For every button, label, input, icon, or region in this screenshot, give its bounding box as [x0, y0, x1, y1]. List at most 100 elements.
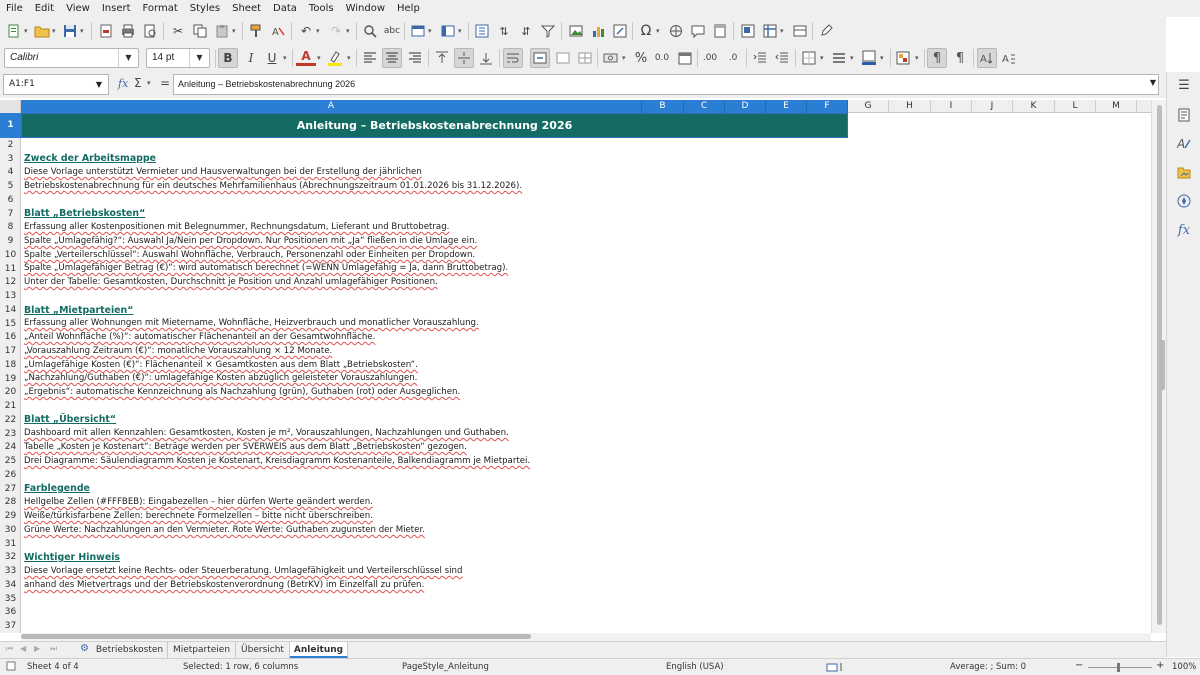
unmerge-cells-icon[interactable]: [575, 48, 595, 68]
text-cell[interactable]: „Ergebnis“: automatische Kennzeichnung a…: [24, 387, 460, 397]
sort-icon[interactable]: [472, 21, 492, 41]
functions-icon[interactable]: fx: [1174, 220, 1194, 240]
row-header[interactable]: 18: [0, 358, 21, 372]
row-header[interactable]: 25: [0, 454, 21, 468]
currency-format-icon[interactable]: [601, 48, 621, 68]
section-heading[interactable]: Zweck der Arbeitsmappe: [24, 153, 156, 164]
italic-button[interactable]: I: [241, 48, 261, 68]
column-header-j[interactable]: J: [972, 100, 1013, 113]
chevron-down-icon[interactable]: ▼: [90, 75, 108, 94]
text-cell[interactable]: Spalte „Umlagefähiger Betrag (€)“: wird …: [24, 263, 508, 273]
text-cell[interactable]: Erfassung aller Kostenpositionen mit Bel…: [24, 222, 449, 232]
column-header-f[interactable]: F: [807, 100, 848, 113]
next-sheet-icon[interactable]: ▶: [34, 644, 40, 653]
show-draw-functions-icon[interactable]: [816, 21, 836, 41]
document-modified-icon[interactable]: [6, 661, 16, 674]
horizontal-scroll-thumb[interactable]: [21, 634, 531, 639]
percent-format-button[interactable]: %: [631, 48, 651, 68]
row-header[interactable]: 19: [0, 372, 21, 386]
borders-dropdown-icon[interactable]: ▾: [820, 54, 824, 62]
row-header[interactable]: 20: [0, 386, 21, 399]
row-header[interactable]: 9: [0, 234, 21, 248]
row-header[interactable]: 1: [0, 113, 21, 138]
row-header[interactable]: 31: [0, 537, 21, 551]
chevron-down-icon[interactable]: ▼: [118, 49, 138, 67]
bold-button[interactable]: B: [218, 48, 238, 68]
column-header-c[interactable]: C: [684, 100, 725, 113]
clear-formatting-icon[interactable]: A: [268, 21, 288, 41]
increase-indent-icon[interactable]: [750, 48, 770, 68]
align-right-icon[interactable]: [405, 48, 425, 68]
menu-help[interactable]: Help: [391, 3, 426, 14]
special-character-dropdown-icon[interactable]: ▾: [656, 27, 660, 35]
row-header[interactable]: 23: [0, 427, 21, 441]
zoom-level[interactable]: 100%: [1172, 662, 1196, 672]
print-icon[interactable]: [118, 21, 138, 41]
tab-mietparteien[interactable]: Mietparteien: [168, 642, 236, 658]
insert-image-icon[interactable]: [566, 21, 586, 41]
text-cell[interactable]: anhand des Mietvertrags und der Betriebs…: [24, 580, 424, 590]
section-heading[interactable]: Farblegende: [24, 483, 90, 494]
formula-icon[interactable]: =: [160, 76, 170, 90]
font-color-dropdown-icon[interactable]: ▾: [317, 54, 321, 62]
text-direction-ltr-icon[interactable]: ¶: [927, 48, 947, 68]
column-icon[interactable]: [438, 21, 458, 41]
borders-icon[interactable]: [799, 48, 819, 68]
selection-mode-icon[interactable]: [826, 662, 844, 675]
underline-button[interactable]: U: [262, 48, 282, 68]
row-header[interactable]: 6: [0, 193, 21, 207]
tab-anleitung[interactable]: Anleitung: [290, 642, 348, 658]
tab-uebersicht[interactable]: Übersicht: [236, 642, 290, 658]
center-vertically-icon[interactable]: [454, 48, 474, 68]
underline-dropdown-icon[interactable]: ▾: [283, 54, 287, 62]
text-cell[interactable]: Hellgelbe Zellen (#FFFBEB): Eingabezelle…: [24, 497, 373, 507]
freeze-rows-columns-icon[interactable]: [760, 21, 780, 41]
section-heading[interactable]: Blatt „Betriebskosten“: [24, 208, 145, 219]
column-header-d[interactable]: D: [725, 100, 766, 113]
column-header-g[interactable]: G: [848, 100, 889, 113]
chevron-down-icon[interactable]: ▼: [189, 49, 209, 67]
zoom-slider-handle[interactable]: [1117, 663, 1120, 672]
spellcheck-icon[interactable]: abc: [382, 21, 402, 41]
redo-dropdown-icon[interactable]: ▾: [346, 27, 350, 35]
column-header-i[interactable]: I: [931, 100, 972, 113]
row-header[interactable]: 26: [0, 468, 21, 482]
find-replace-icon[interactable]: [360, 21, 380, 41]
row-dropdown-icon[interactable]: ▾: [428, 27, 432, 35]
wrap-text-icon[interactable]: [503, 48, 523, 68]
column-header-b[interactable]: B: [642, 100, 684, 113]
align-top-icon[interactable]: [432, 48, 452, 68]
headers-footers-icon[interactable]: [710, 21, 730, 41]
sort-ascending-icon[interactable]: ⇅: [494, 21, 514, 41]
row-icon[interactable]: [408, 21, 428, 41]
border-color-icon[interactable]: [859, 48, 879, 68]
text-cell[interactable]: „Umlagefähige Kosten (€)“: Flächenanteil…: [24, 360, 418, 370]
align-left-icon[interactable]: [360, 48, 380, 68]
zoom-out-icon[interactable]: −: [1075, 660, 1083, 671]
section-heading[interactable]: Wichtiger Hinweis: [24, 552, 120, 563]
comment-icon[interactable]: [688, 21, 708, 41]
row-header[interactable]: 27: [0, 482, 21, 496]
text-cell[interactable]: Spalte „Verteilerschlüssel“: Auswahl Woh…: [24, 250, 475, 260]
row-header[interactable]: 24: [0, 441, 21, 454]
currency-dropdown-icon[interactable]: ▾: [622, 54, 626, 62]
align-bottom-icon[interactable]: [476, 48, 496, 68]
function-wizard-icon[interactable]: fx: [118, 77, 128, 90]
highlight-color-icon[interactable]: [325, 48, 345, 68]
expand-formula-icon[interactable]: ▼: [1150, 78, 1156, 87]
column-header-l[interactable]: L: [1055, 100, 1096, 113]
text-cell[interactable]: Betriebskostenabrechnung für ein deutsch…: [24, 181, 522, 191]
navigator-icon[interactable]: [1174, 191, 1194, 211]
print-preview-icon[interactable]: [140, 21, 160, 41]
sum-dropdown-icon[interactable]: ▾: [147, 79, 151, 87]
number-format-button[interactable]: 0.0: [652, 48, 672, 68]
special-character-icon[interactable]: Ω: [636, 21, 656, 41]
border-style-dropdown-icon[interactable]: ▾: [850, 54, 854, 62]
row-header[interactable]: 16: [0, 331, 21, 344]
sort-descending-icon[interactable]: ⇵: [516, 21, 536, 41]
row-header[interactable]: 37: [0, 619, 21, 633]
delete-decimal-button[interactable]: .0: [723, 48, 743, 68]
text-cell[interactable]: Grüne Werte: Nachzahlungen an den Vermie…: [24, 525, 425, 535]
column-dropdown-icon[interactable]: ▾: [458, 27, 462, 35]
row-header[interactable]: 10: [0, 248, 21, 262]
